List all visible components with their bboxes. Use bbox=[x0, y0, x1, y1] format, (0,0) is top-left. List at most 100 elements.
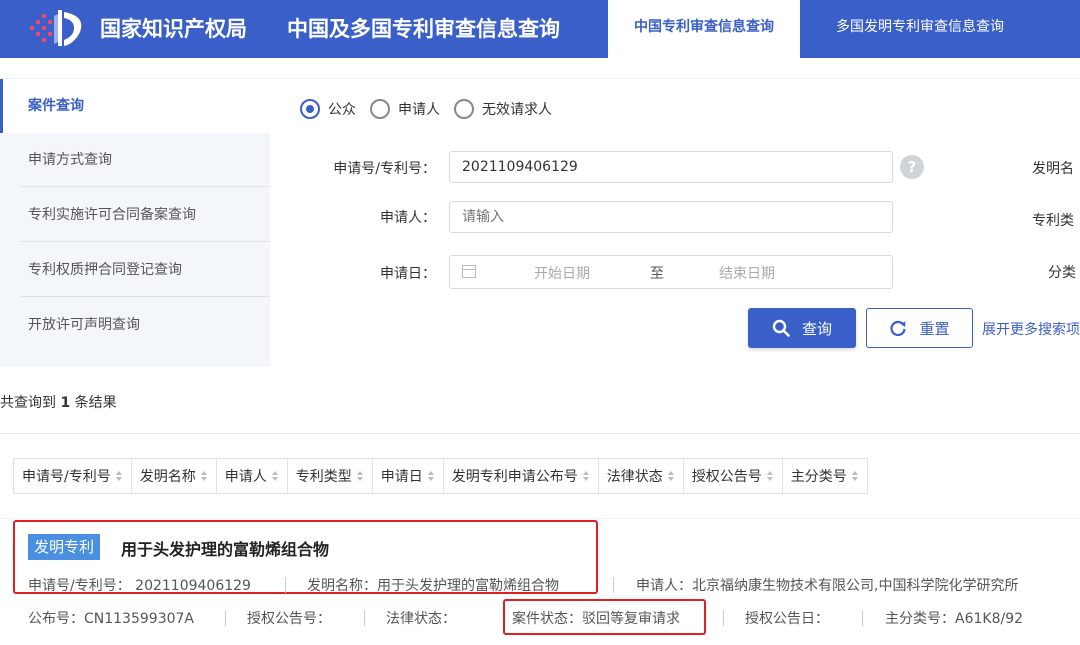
sidebar: 案件查询 申请方式查询 专利实施许可合同备案查询 专利权质押合同登记查询 开放许… bbox=[0, 79, 270, 367]
sort-application-date[interactable]: 申请日 bbox=[371, 458, 443, 494]
meta-publication-no: 公布号：CN113599307A bbox=[28, 611, 194, 627]
sort-label: 发明名称 bbox=[139, 469, 196, 485]
cnipa-logo bbox=[30, 10, 82, 46]
applicant-input[interactable] bbox=[449, 201, 893, 233]
meta-invention-name: 发明名称：用于头发护理的富勒烯组合物 bbox=[307, 578, 559, 594]
sort-patent-type[interactable]: 专利类型 bbox=[286, 458, 372, 494]
meta-separator bbox=[862, 610, 863, 626]
radio-label: 公众 bbox=[328, 102, 356, 118]
patent-title-link[interactable]: 用于头发护理的富勒烯组合物 bbox=[121, 536, 329, 560]
app-no-input[interactable] bbox=[449, 151, 893, 183]
classification-label: 分类 bbox=[1048, 265, 1076, 281]
date-range-picker[interactable]: 开始日期 至 结束日期 bbox=[449, 255, 893, 289]
sidebar-item-case-query[interactable]: 案件查询 bbox=[0, 79, 270, 133]
radio-dot bbox=[454, 99, 474, 119]
reset-button[interactable]: 重置 bbox=[866, 308, 973, 348]
role-radio-group: 公众 申请人 无效请求人 bbox=[300, 99, 566, 119]
patent-type-badge: 发明专利 bbox=[28, 534, 101, 560]
refresh-icon bbox=[890, 320, 907, 337]
radio-public[interactable]: 公众 bbox=[300, 99, 356, 119]
sort-arrows-icon bbox=[356, 469, 364, 483]
sidebar-item-label: 开放许可声明查询 bbox=[28, 317, 140, 333]
top-header: 国家知识产权局 中国及多国专利审查信息查询 中国专利审查信息查询 多国发明专利审… bbox=[0, 0, 1080, 58]
expand-more-filters-link[interactable]: 展开更多搜索项 bbox=[982, 319, 1080, 339]
sort-publication-no[interactable]: 发明专利申请公布号 bbox=[442, 458, 598, 494]
brand-name: 国家知识产权局 bbox=[100, 17, 247, 41]
tab-multi-country-query[interactable]: 多国发明专利审查信息查询 bbox=[800, 0, 1040, 58]
meta-separator bbox=[225, 610, 226, 626]
sort-label: 专利类型 bbox=[295, 469, 352, 485]
search-icon bbox=[772, 319, 790, 337]
results-divider bbox=[0, 518, 1080, 519]
meta-separator bbox=[364, 610, 365, 626]
sort-arrows-icon bbox=[582, 469, 590, 483]
sort-arrows-icon bbox=[271, 469, 279, 483]
sort-app-no[interactable]: 申请号/专利号 bbox=[13, 458, 131, 494]
tab-china-patent-query[interactable]: 中国专利审查信息查询 bbox=[608, 0, 800, 58]
app-no-label: 申请号/专利号： bbox=[333, 161, 436, 177]
search-panel: 案件查询 申请方式查询 专利实施许可合同备案查询 专利权质押合同登记查询 开放许… bbox=[0, 78, 1080, 367]
sidebar-item-label: 案件查询 bbox=[28, 98, 84, 114]
sort-grant-announcement-no[interactable]: 授权公告号 bbox=[682, 458, 782, 494]
sort-invention-name[interactable]: 发明名称 bbox=[130, 458, 216, 494]
meta-main-class-no: 主分类号：A61K8/92 bbox=[885, 611, 1024, 627]
sort-arrows-icon bbox=[200, 469, 208, 483]
sidebar-item-pledge-contract[interactable]: 专利权质押合同登记查询 bbox=[0, 243, 270, 297]
search-button[interactable]: 查询 bbox=[748, 308, 856, 348]
radio-applicant[interactable]: 申请人 bbox=[370, 99, 440, 119]
date-start-placeholder[interactable]: 开始日期 bbox=[534, 263, 590, 283]
sort-label: 授权公告号 bbox=[691, 469, 762, 485]
sidebar-item-license-contract[interactable]: 专利实施许可合同备案查询 bbox=[0, 188, 270, 242]
invention-name-label: 发明名 bbox=[1032, 161, 1074, 177]
sort-arrows-icon bbox=[115, 469, 123, 483]
sort-legal-status[interactable]: 法律状态 bbox=[597, 458, 683, 494]
sort-label: 发明专利申请公布号 bbox=[451, 469, 578, 485]
date-end-placeholder[interactable]: 结束日期 bbox=[719, 263, 775, 283]
sort-applicant[interactable]: 申请人 bbox=[215, 458, 287, 494]
sort-label: 主分类号 bbox=[790, 469, 847, 485]
patent-type-label: 专利类 bbox=[1032, 213, 1074, 229]
date-label: 申请日： bbox=[380, 266, 436, 282]
meta-separator bbox=[285, 577, 286, 593]
calendar-icon bbox=[462, 265, 476, 278]
sidebar-item-label: 专利权质押合同登记查询 bbox=[28, 262, 182, 278]
sort-arrows-icon bbox=[427, 469, 435, 483]
sort-arrows-icon bbox=[766, 469, 774, 483]
radio-invalidation-requester[interactable]: 无效请求人 bbox=[454, 99, 552, 119]
site-title: 中国及多国专利审查信息查询 bbox=[287, 17, 560, 41]
search-button-label: 查询 bbox=[801, 319, 832, 338]
radio-label: 申请人 bbox=[398, 102, 440, 118]
radio-dot bbox=[300, 99, 320, 119]
sidebar-item-application-method[interactable]: 申请方式查询 bbox=[0, 133, 270, 187]
meta-separator bbox=[613, 577, 614, 593]
meta-grant-date: 授权公告日： bbox=[745, 611, 829, 627]
sort-label: 申请日 bbox=[380, 469, 423, 485]
sort-main-class-no[interactable]: 主分类号 bbox=[781, 458, 868, 494]
sort-arrows-icon bbox=[851, 469, 859, 483]
radio-dot bbox=[370, 99, 390, 119]
result-count-number: 1 bbox=[60, 395, 71, 411]
meta-app-no: 申请号/专利号： 2021109406129 bbox=[28, 578, 251, 594]
radio-label: 无效请求人 bbox=[482, 102, 552, 118]
sort-label: 申请人 bbox=[224, 469, 267, 485]
results-panel: 申请号/专利号 发明名称 申请人 专利类型 申请日 发明专利申请公布号 法律状态… bbox=[0, 433, 1080, 645]
sort-label: 法律状态 bbox=[606, 469, 663, 485]
meta-separator bbox=[723, 610, 724, 626]
meta-grant-announcement-no: 授权公告号： bbox=[247, 611, 331, 627]
result-count-suffix: 条结果 bbox=[74, 395, 117, 411]
sidebar-item-open-license[interactable]: 开放许可声明查询 bbox=[0, 298, 270, 352]
sidebar-item-label: 专利实施许可合同备案查询 bbox=[28, 207, 196, 223]
sort-bar: 申请号/专利号 发明名称 申请人 专利类型 申请日 发明专利申请公布号 法律状态… bbox=[13, 458, 868, 494]
sort-label: 申请号/专利号 bbox=[22, 469, 111, 485]
help-icon[interactable]: ? bbox=[900, 155, 924, 179]
applicant-label: 申请人： bbox=[380, 210, 436, 226]
result-count-prefix: 共查询到 bbox=[0, 395, 56, 411]
sort-arrows-icon bbox=[667, 469, 675, 483]
reset-button-label: 重置 bbox=[919, 319, 950, 338]
sidebar-item-label: 申请方式查询 bbox=[28, 152, 112, 168]
result-count: 共查询到 1 条结果 bbox=[0, 392, 117, 412]
date-range-separator: 至 bbox=[650, 266, 664, 282]
meta-applicant: 申请人：北京福纳康生物技术有限公司,中国科学院化学研究所 bbox=[636, 578, 1019, 594]
meta-legal-status: 法律状态： bbox=[386, 611, 456, 627]
meta-case-status: 案件状态：驳回等复审请求 bbox=[512, 611, 680, 627]
